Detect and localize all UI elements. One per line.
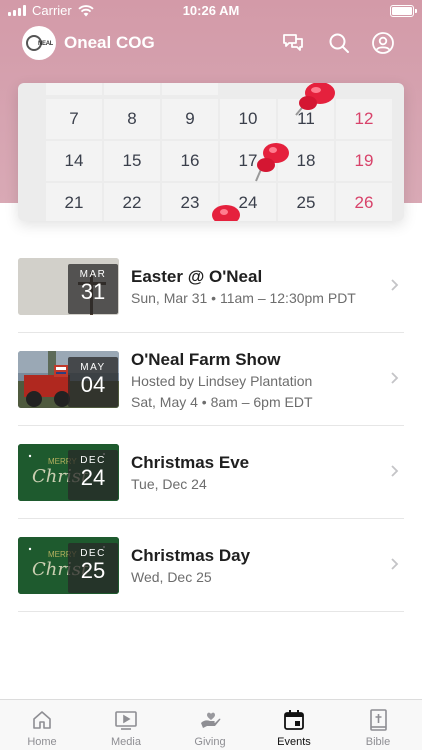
profile-icon[interactable]	[371, 31, 395, 55]
battery-icon	[390, 5, 417, 17]
event-row[interactable]: MAY 04 O'Neal Farm Show Hosted by Lindse…	[18, 333, 404, 426]
tab-giving[interactable]: Giving	[168, 700, 252, 750]
calendar-cell: 26	[336, 183, 392, 221]
calendar-cell: 22	[104, 183, 160, 221]
event-host: Hosted by Lindsey Plantation	[131, 373, 313, 389]
date-badge-day: 24	[80, 465, 106, 490]
bible-icon	[370, 709, 387, 731]
calendar-cell: 21	[46, 183, 102, 221]
chat-icon[interactable]	[281, 31, 305, 55]
tab-label: Giving	[194, 736, 226, 748]
date-badge-day: 25	[80, 558, 106, 583]
calendar-hero-image: 7 8 9 10 11 12 14 15 16 17 18 19 21 22 2…	[18, 83, 404, 221]
tab-media[interactable]: Media	[84, 700, 168, 750]
tab-home[interactable]: Home	[0, 700, 84, 750]
chevron-right-icon	[391, 372, 399, 384]
chevron-right-icon	[391, 279, 399, 291]
event-thumbnail: Christ MERRY DEC 25	[18, 537, 119, 594]
church-logo[interactable]: NEAL	[22, 26, 56, 60]
event-title: Easter @ O'Neal	[131, 267, 263, 286]
tab-bar: Home Media Giving Events Bible	[0, 699, 422, 750]
date-badge: MAY 04	[68, 357, 118, 407]
date-badge: DEC 24	[68, 450, 118, 500]
app-title: Oneal COG	[64, 33, 155, 52]
calendar-cell: 10	[220, 99, 276, 139]
event-row[interactable]: MAR 31 Easter @ O'Neal Sun, Mar 31 • 11a…	[18, 240, 404, 333]
calendar-cell: 12	[336, 99, 392, 139]
date-badge-day: 04	[80, 372, 106, 397]
calendar-cell: 8	[104, 99, 160, 139]
calendar-cell-top	[104, 83, 160, 95]
date-badge: DEC 25	[68, 543, 118, 593]
media-icon	[115, 711, 137, 730]
date-badge: MAR 31	[68, 264, 118, 314]
event-subtitle: Tue, Dec 24	[131, 476, 207, 492]
calendar-cell-top	[162, 83, 218, 95]
chevron-right-icon	[391, 465, 399, 477]
event-title: Christmas Day	[131, 546, 251, 565]
tab-events[interactable]: Events	[252, 700, 336, 750]
calendar-cell: 25	[278, 183, 334, 221]
event-thumbnail: MAR 31	[18, 258, 119, 315]
tab-bible[interactable]: Bible	[336, 700, 420, 750]
calendar-cell: 15	[104, 141, 160, 181]
calendar-cell: 14	[46, 141, 102, 181]
status-time: 10:26 AM	[182, 3, 240, 18]
tab-label: Media	[111, 736, 141, 748]
event-thumbnail: MAY 04	[18, 351, 119, 408]
event-row[interactable]: Christ MERRY DEC 24 Christmas Eve Tue, D…	[18, 426, 404, 519]
app-bar: NEAL Oneal COG	[0, 25, 422, 63]
home-icon	[33, 711, 51, 729]
tab-label: Home	[27, 736, 57, 748]
tab-label: Bible	[365, 736, 391, 748]
calendar-cell: 16	[162, 141, 218, 181]
svg-text:NEAL: NEAL	[38, 41, 53, 47]
event-row[interactable]: Christ MERRY DEC 25 Christmas Day Wed, D…	[18, 519, 404, 612]
calendar-cell: 19	[336, 141, 392, 181]
giving-icon	[201, 712, 221, 728]
chevron-right-icon	[391, 558, 399, 570]
search-icon[interactable]	[327, 31, 351, 55]
date-badge-day: 31	[80, 279, 106, 304]
event-subtitle: Wed, Dec 25	[131, 569, 212, 585]
tab-label: Events	[277, 736, 311, 748]
pushpin-icon	[295, 83, 335, 116]
event-title: O'Neal Farm Show	[131, 350, 281, 369]
logo-mark-icon: NEAL	[26, 35, 53, 51]
event-subtitle: Sun, Mar 31 • 11am – 12:30pm PDT	[131, 290, 356, 306]
pushpin-icon	[212, 205, 240, 221]
event-title: Christmas Eve	[131, 453, 250, 472]
event-subtitle: Sat, May 4 • 8am – 6pm EDT	[131, 394, 313, 410]
calendar-cell: 9	[162, 99, 218, 139]
events-icon	[284, 710, 304, 730]
event-thumbnail: Christ MERRY DEC 24	[18, 444, 119, 501]
status-bar: Carrier 10:26 AM	[0, 0, 422, 22]
calendar-cell: 7	[46, 99, 102, 139]
calendar-cell-top	[46, 83, 102, 95]
pushpin-icon	[255, 143, 289, 182]
